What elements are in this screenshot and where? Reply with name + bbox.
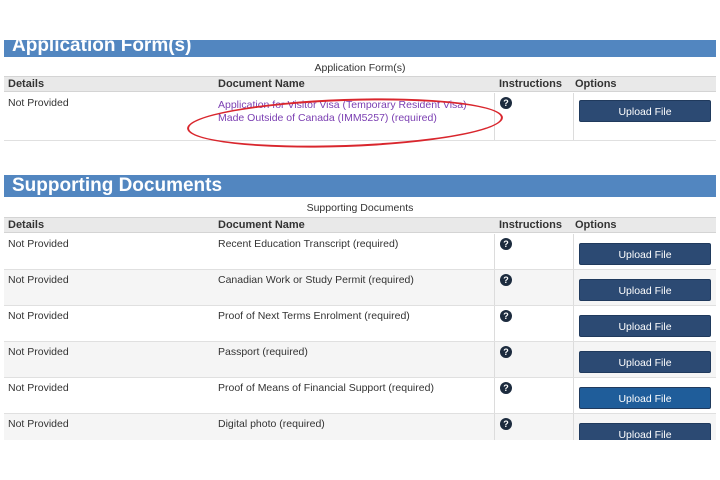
row-details: Not Provided xyxy=(8,346,69,358)
table-row: Not Provided Proof of Means of Financial… xyxy=(4,378,716,414)
col-instructions: Instructions xyxy=(499,78,562,90)
help-icon[interactable]: ? xyxy=(500,274,512,286)
row-details: Not Provided xyxy=(8,382,69,394)
supporting-documents-title: Supporting Documents xyxy=(12,175,223,196)
application-forms-caption: Application Form(s) xyxy=(314,62,406,74)
help-icon[interactable]: ? xyxy=(500,418,512,430)
help-icon[interactable]: ? xyxy=(500,97,512,109)
table-row: Not Provided Recent Education Transcript… xyxy=(4,234,716,270)
document-name: Proof of Means of Financial Support (req… xyxy=(218,382,434,394)
col-document-name: Document Name xyxy=(218,78,305,90)
supporting-documents-caption: Supporting Documents xyxy=(306,202,414,214)
supporting-documents-header: Supporting Documents xyxy=(4,175,716,197)
row-details: Not Provided xyxy=(8,97,69,109)
table-row: Not Provided Canadian Work or Study Perm… xyxy=(4,270,716,306)
row-details: Not Provided xyxy=(8,238,69,250)
upload-file-button[interactable]: Upload File xyxy=(579,279,711,301)
upload-file-button[interactable]: Upload File xyxy=(579,423,711,440)
col-details: Details xyxy=(8,219,45,231)
document-name: Proof of Next Terms Enrolment (required) xyxy=(218,310,410,322)
upload-file-button[interactable]: Upload File xyxy=(579,243,711,265)
row-details: Not Provided xyxy=(8,274,69,286)
upload-file-button[interactable]: Upload File xyxy=(579,100,711,122)
help-icon[interactable]: ? xyxy=(500,346,512,358)
table-row: Not Provided Digital photo (required) ? … xyxy=(4,414,716,440)
supporting-documents-column-headers: Details Document Name Instructions Optio… xyxy=(4,217,716,233)
col-document-name: Document Name xyxy=(218,219,305,231)
table-row: Not Provided Proof of Next Terms Enrolme… xyxy=(4,306,716,342)
document-name: Digital photo (required) xyxy=(218,418,325,430)
table-row: Not Provided Passport (required) ? Uploa… xyxy=(4,342,716,378)
application-forms-title: Application Form(s) xyxy=(12,40,192,56)
help-icon[interactable]: ? xyxy=(500,310,512,322)
row-details: Not Provided xyxy=(8,418,69,430)
col-details: Details xyxy=(8,78,45,90)
col-options: Options xyxy=(575,78,617,90)
row-details: Not Provided xyxy=(8,310,69,322)
upload-file-button[interactable]: Upload File xyxy=(579,351,711,373)
upload-file-button[interactable]: Upload File xyxy=(579,315,711,337)
document-name: Canadian Work or Study Permit (required) xyxy=(218,274,414,286)
col-instructions: Instructions xyxy=(499,219,562,231)
document-upload-page: Application Form(s) Application Form(s) … xyxy=(4,40,716,440)
application-forms-header: Application Form(s) xyxy=(4,40,716,57)
help-icon[interactable]: ? xyxy=(500,238,512,250)
col-options: Options xyxy=(575,219,617,231)
help-icon[interactable]: ? xyxy=(500,382,512,394)
document-name: Recent Education Transcript (required) xyxy=(218,238,399,250)
upload-file-button[interactable]: Upload File xyxy=(579,387,711,409)
document-name: Passport (required) xyxy=(218,346,308,358)
application-forms-column-headers: Details Document Name Instructions Optio… xyxy=(4,76,716,92)
